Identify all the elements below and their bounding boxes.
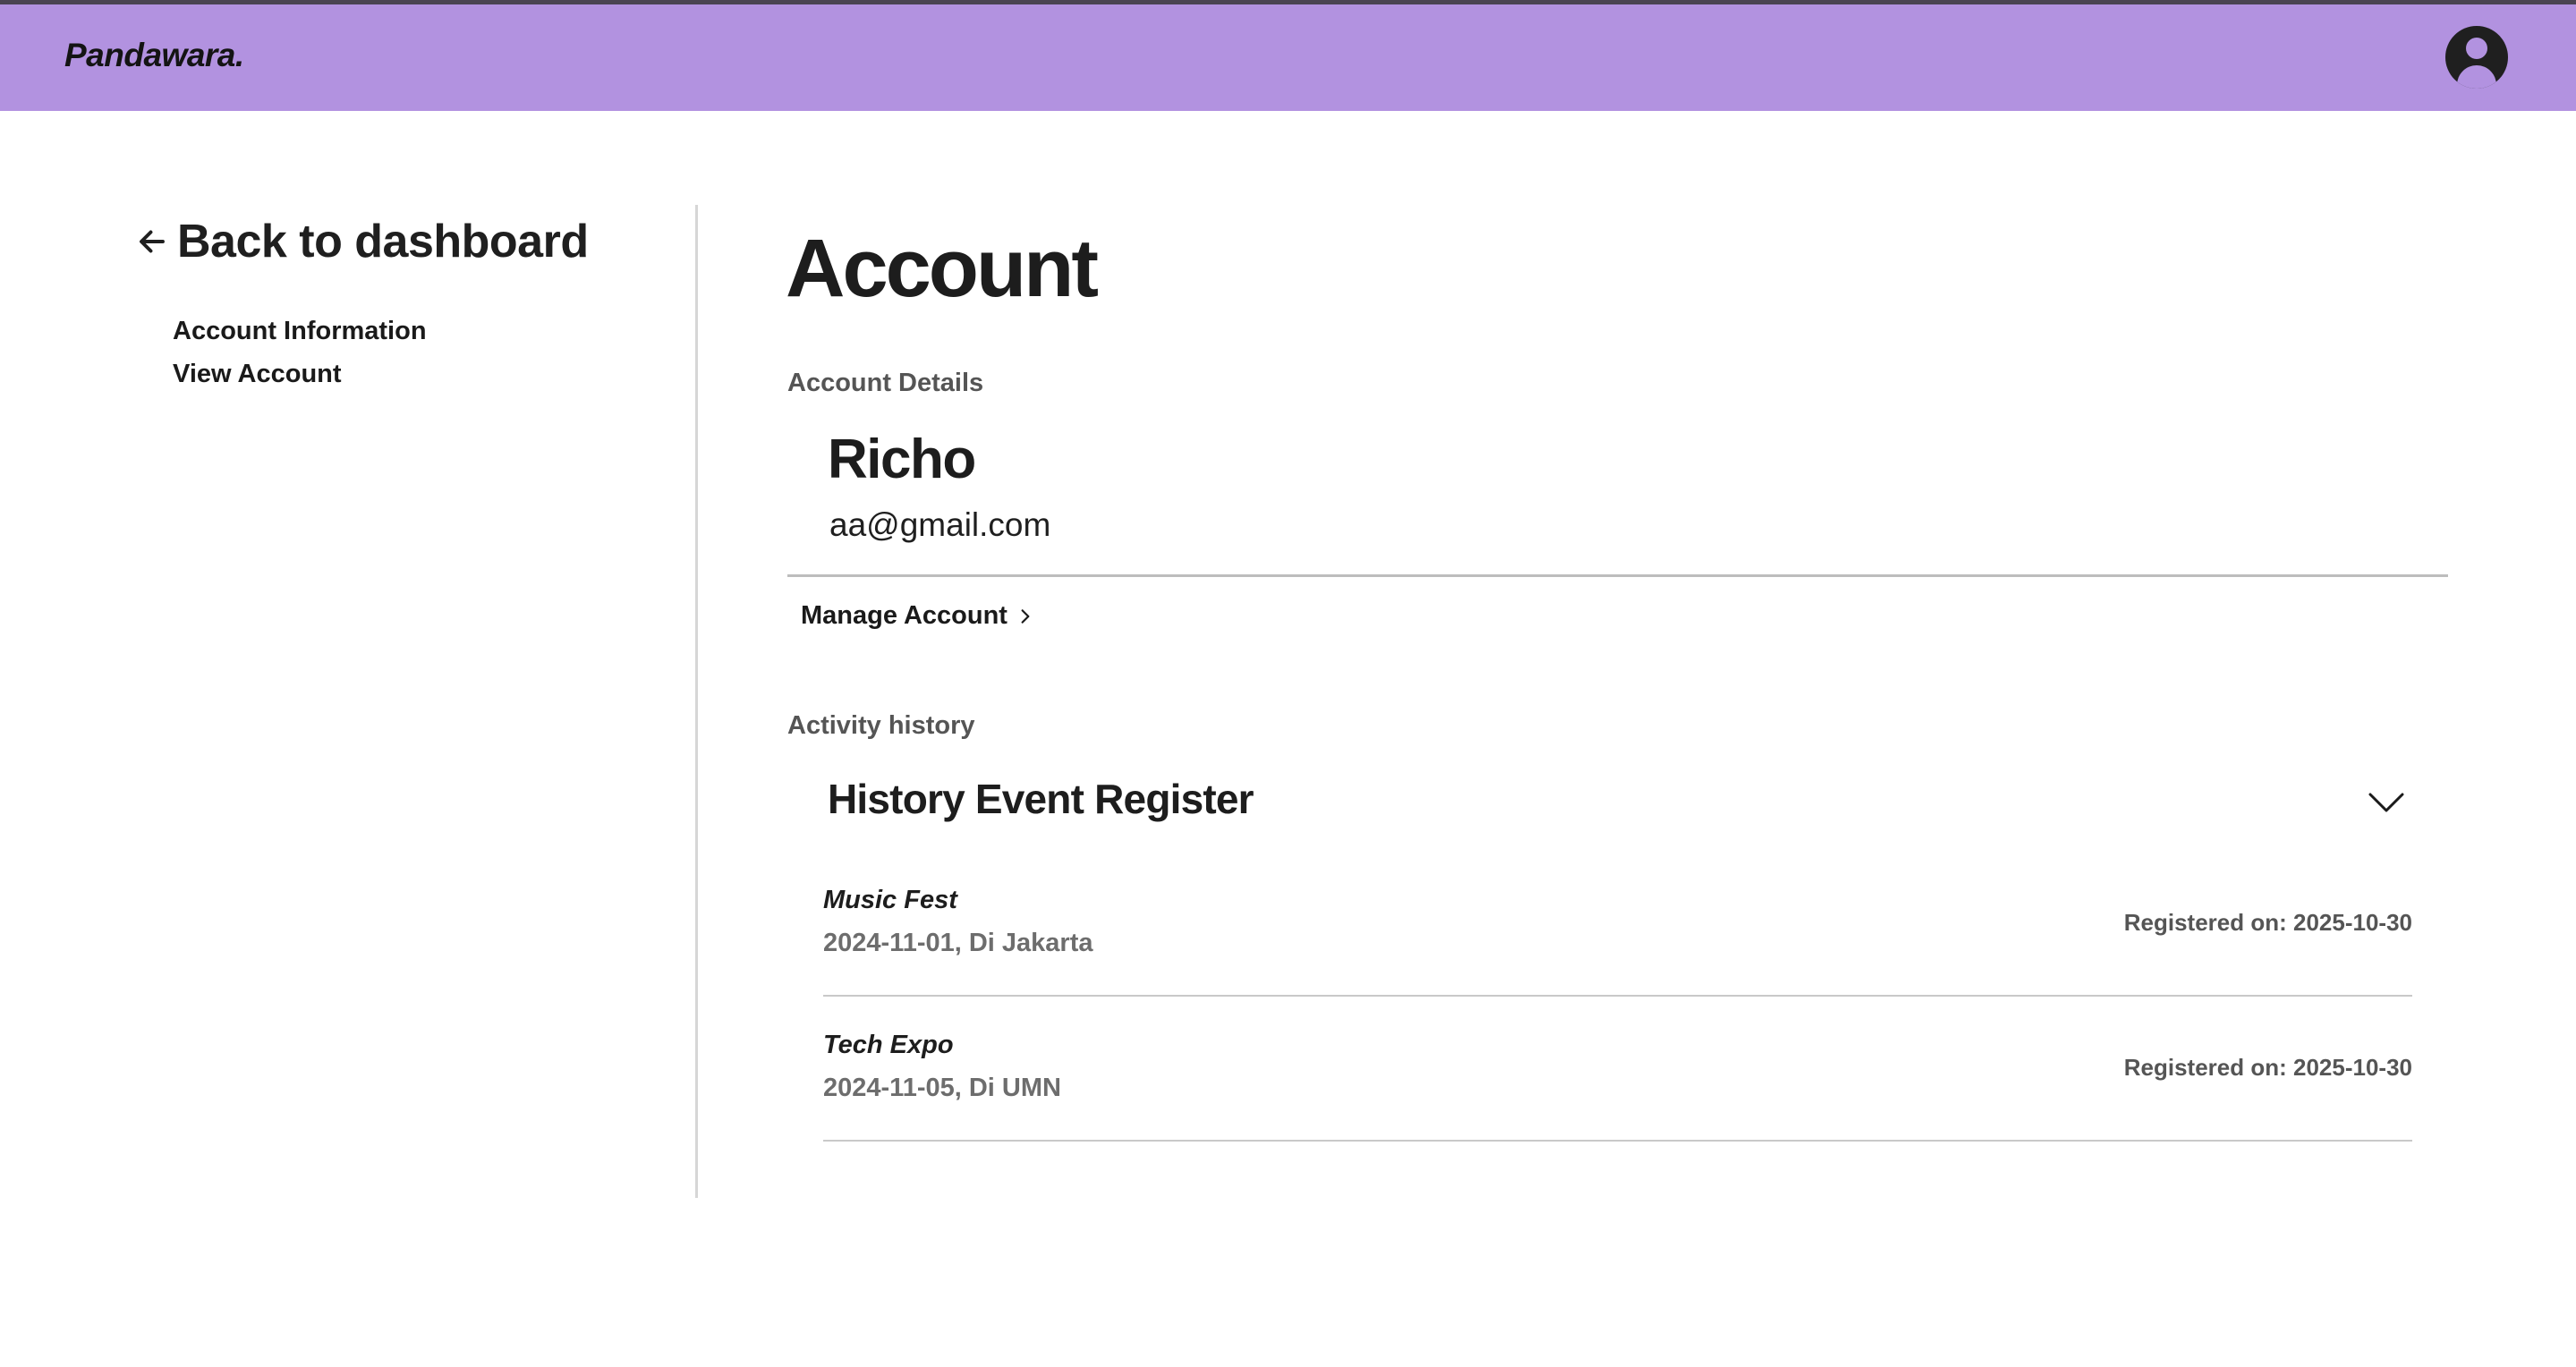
- account-divider: [787, 574, 2448, 577]
- user-circle-icon[interactable]: [2445, 26, 2508, 89]
- manage-account-link[interactable]: Manage Account: [801, 601, 1034, 631]
- back-to-dashboard-label: Back to dashboard: [177, 216, 589, 267]
- page-title: Account: [786, 223, 1099, 314]
- avatar-body: [2457, 65, 2496, 89]
- back-to-dashboard-link[interactable]: Back to dashboard: [136, 215, 589, 268]
- event-name: Music Fest: [823, 886, 957, 914]
- avatar-head: [2466, 38, 2487, 59]
- sidebar-item-view-account[interactable]: View Account: [173, 360, 342, 389]
- event-item[interactable]: Tech Expo 2024-11-05, Di UMN Registered …: [823, 997, 2412, 1142]
- sidebar-item-account-information[interactable]: Account Information: [173, 317, 427, 346]
- activity-history-label: Activity history: [787, 711, 975, 740]
- history-event-register-toggle[interactable]: History Event Register: [828, 771, 2411, 834]
- account-details-label: Account Details: [787, 369, 984, 397]
- event-meta: 2024-11-01, Di Jakarta: [823, 929, 1093, 957]
- chevron-right-icon: [1021, 608, 1030, 624]
- manage-account-label: Manage Account: [801, 601, 1007, 630]
- event-item[interactable]: Music Fest 2024-11-01, Di Jakarta Regist…: [823, 852, 2412, 997]
- arrow-left-icon: [140, 230, 165, 253]
- chevron-down-icon: [2368, 793, 2404, 812]
- event-meta: 2024-11-05, Di UMN: [823, 1074, 1061, 1102]
- user-name: Richo: [828, 429, 976, 490]
- history-event-register-title: History Event Register: [828, 776, 1254, 822]
- user-email: aa@gmail.com: [829, 506, 1051, 543]
- brand-logo[interactable]: Pandawara.: [64, 37, 244, 74]
- event-registered-date: Registered on: 2025-10-30: [2123, 909, 2412, 936]
- event-registered-date: Registered on: 2025-10-30: [2123, 1054, 2412, 1081]
- top-navbar: Pandawara.: [0, 4, 2576, 111]
- sidebar-divider: [695, 205, 698, 1198]
- event-name: Tech Expo: [823, 1031, 954, 1059]
